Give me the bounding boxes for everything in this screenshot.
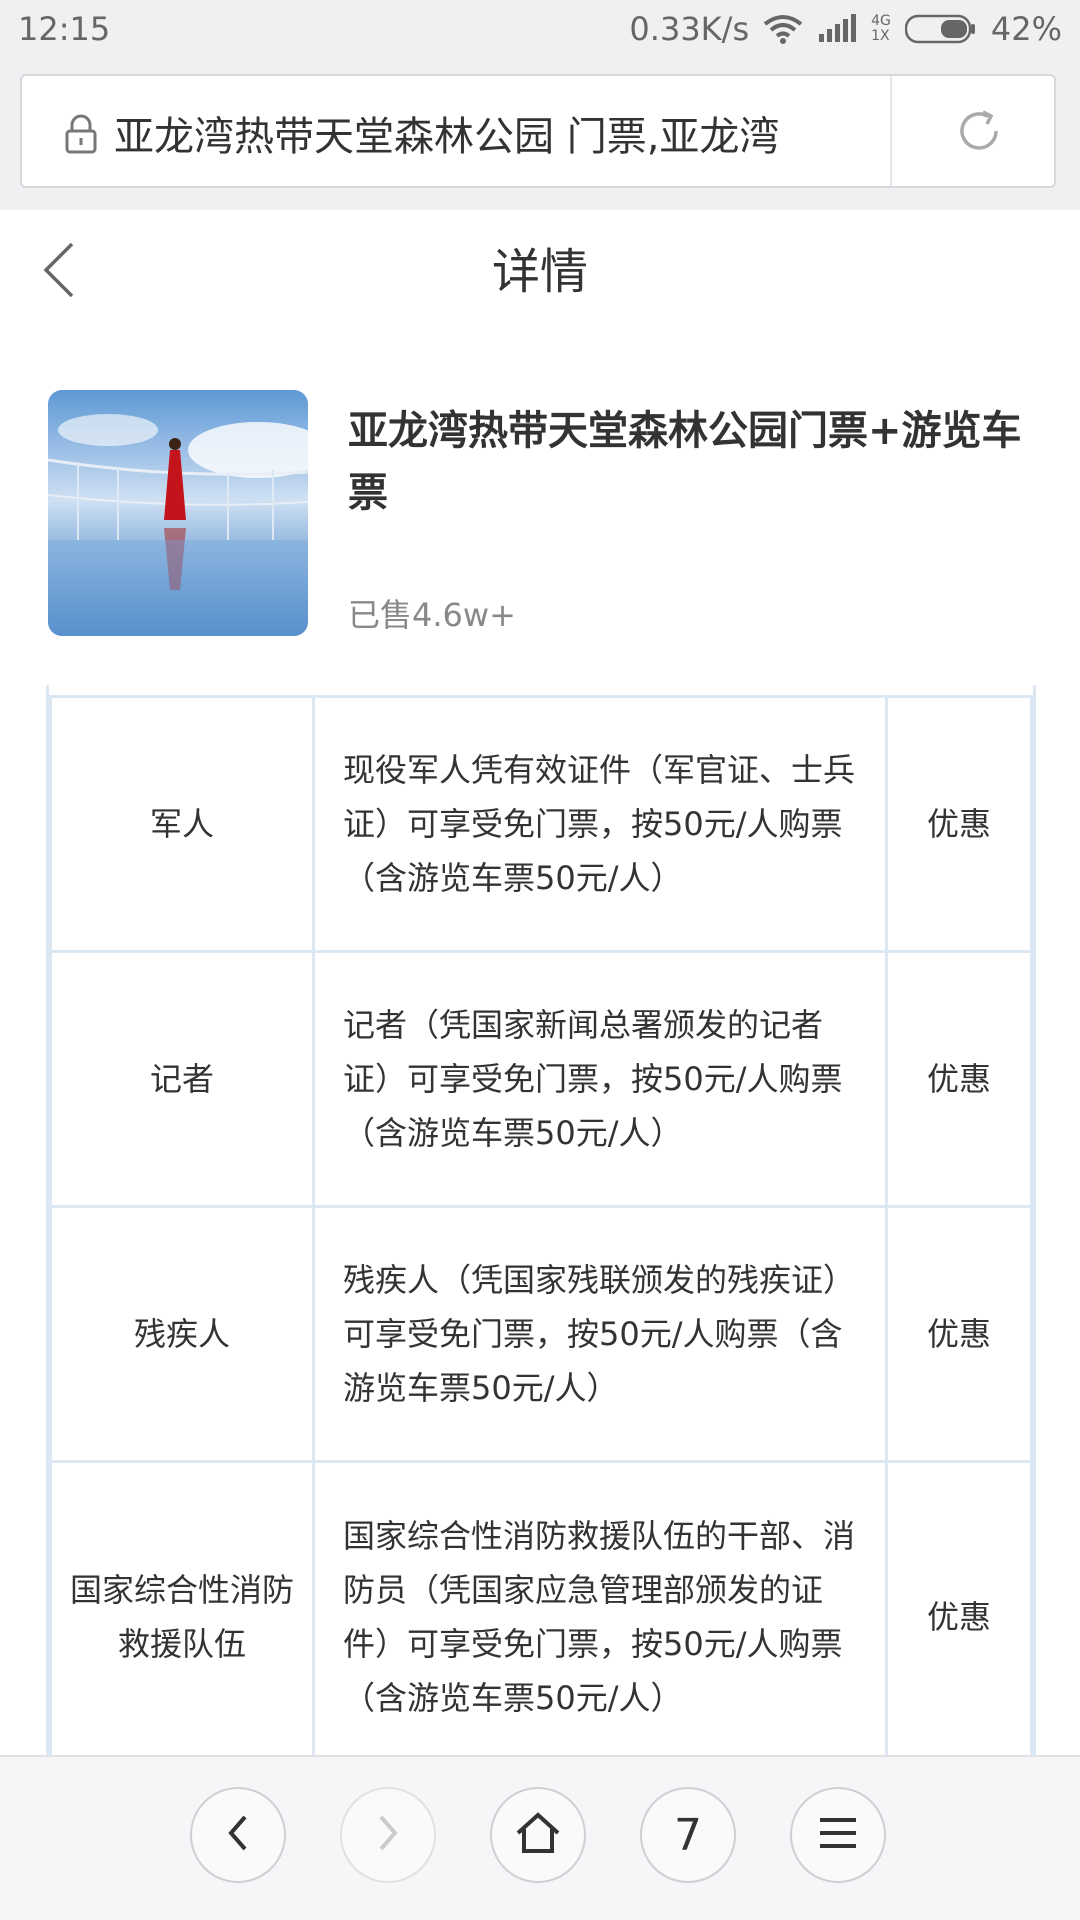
table-cell-type: 优惠 xyxy=(885,1460,1033,1755)
product-image[interactable] xyxy=(48,390,308,636)
nav-header: 详情 xyxy=(0,210,1080,330)
table-cell-category: 国家综合性消防救援队伍 xyxy=(49,1460,315,1755)
refresh-icon[interactable] xyxy=(952,104,1006,162)
table-cell-category: 军人 xyxy=(49,695,315,953)
wifi-icon xyxy=(763,14,803,44)
table-row: 军人 现役军人凭有效证件（军官证、士兵证）可享受免门票，按50元/人购票（含游览… xyxy=(49,695,1033,953)
chevron-left-icon xyxy=(223,1813,253,1857)
product-card[interactable]: 亚龙湾热带天堂森林公园门票+游览车票 已售4.6w+ xyxy=(48,390,1048,640)
table-row: 国家综合性消防救援队伍 国家综合性消防救援队伍的干部、消防员（凭国家应急管理部颁… xyxy=(49,1460,1033,1755)
home-icon xyxy=(514,1811,562,1859)
table-cell-category: 记者 xyxy=(49,950,315,1208)
battery-icon xyxy=(904,14,977,44)
lock-icon xyxy=(64,114,98,158)
page-title: 详情 xyxy=(491,244,588,300)
table-row: 残疾人 残疾人（凭国家残联颁发的残疾证）可享受免门票，按50元/人购票（含游览车… xyxy=(49,1205,1033,1463)
table-row: 记者 记者（凭国家新闻总署颁发的记者证）可享受免门票，按50元/人购票（含游览车… xyxy=(49,950,1033,1208)
browser-back-button[interactable] xyxy=(190,1787,286,1883)
browser-tabs-button[interactable]: 7 xyxy=(640,1787,736,1883)
table-cell-type: 优惠 xyxy=(885,1205,1033,1463)
status-bar: 12:15 0.33K/s 4G 1X 42% xyxy=(0,0,1080,60)
chevron-right-icon xyxy=(373,1813,403,1857)
url-text[interactable]: 亚龙湾热带天堂森林公园 门票,亚龙湾 xyxy=(114,104,894,164)
table-cell-description: 残疾人（凭国家残联颁发的残疾证）可享受免门票，按50元/人购票（含游览车票50元… xyxy=(312,1205,888,1463)
table-cell-type: 优惠 xyxy=(885,950,1033,1208)
table-cell-description: 记者（凭国家新闻总署颁发的记者证）可享受免门票，按50元/人购票（含游览车票50… xyxy=(312,950,888,1208)
browser-home-button[interactable] xyxy=(490,1787,586,1883)
network-type-bottom: 1X xyxy=(871,28,890,44)
table-cell-description: 现役军人凭有效证件（军官证、士兵证）可享受免门票，按50元/人购票（含游览车票5… xyxy=(312,695,888,953)
battery-percent: 42% xyxy=(990,10,1062,48)
browser-forward-button[interactable] xyxy=(340,1787,436,1883)
tab-count: 7 xyxy=(674,1809,702,1861)
discount-table: 军人 现役军人凭有效证件（军官证、士兵证）可享受免门票，按50元/人购票（含游览… xyxy=(46,685,1036,1755)
product-title: 亚龙湾热带天堂森林公园门票+游览车票 xyxy=(348,408,1022,516)
network-type: 4G 1X xyxy=(871,14,891,44)
browser-menu-button[interactable] xyxy=(790,1787,886,1883)
signal-icon xyxy=(817,14,857,44)
url-divider xyxy=(890,76,892,186)
browser-toolbar: 7 xyxy=(0,1755,1080,1920)
page-content: 详情 亚龙湾热带天堂森林公园门票+游览车票 已售4.6w+ 军人 现役军人凭有效… xyxy=(0,210,1080,1755)
address-bar[interactable]: 亚龙湾热带天堂森林公园 门票,亚龙湾 xyxy=(20,74,1056,188)
table-cell-description: 国家综合性消防救援队伍的干部、消防员（凭国家应急管理部颁发的证件）可享受免门票，… xyxy=(312,1460,888,1755)
product-sold-count: 已售4.6w+ xyxy=(348,596,516,634)
table-cell-type: 优惠 xyxy=(885,695,1033,953)
network-speed: 0.33K/s xyxy=(629,10,750,48)
status-indicators: 0.33K/s 4G 1X 42% xyxy=(629,10,1062,48)
table-cell-category: 残疾人 xyxy=(49,1205,315,1463)
menu-icon xyxy=(816,1815,860,1855)
network-type-top: 4G xyxy=(871,13,891,29)
status-time: 12:15 xyxy=(18,10,111,48)
